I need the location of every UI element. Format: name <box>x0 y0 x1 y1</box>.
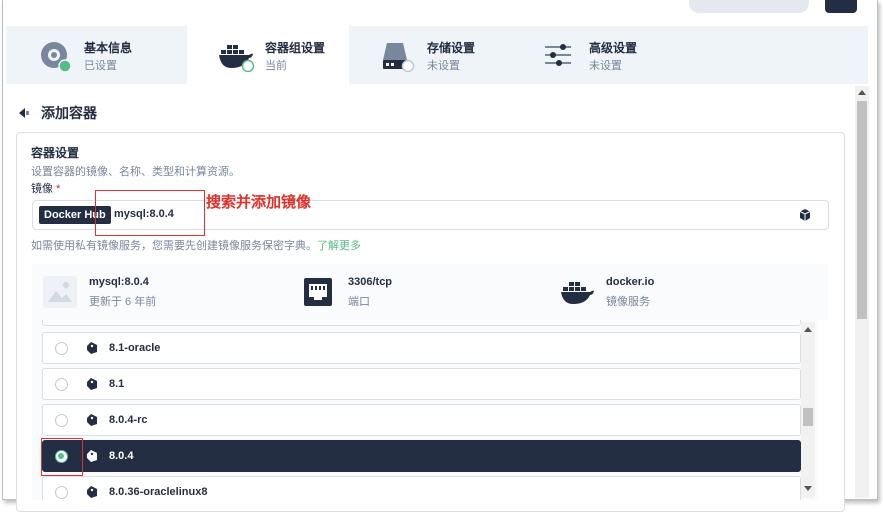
learn-more-link[interactable]: 了解更多 <box>317 240 361 252</box>
tag-row[interactable]: 8.1-oracle <box>42 332 801 364</box>
step-status: 未设置 <box>427 60 460 72</box>
scroll-up-arrow-icon[interactable] <box>858 90 866 95</box>
tag-row[interactable]: 8.0.4-rc <box>42 404 801 436</box>
annotation-text: 搜索并添加镜像 <box>206 193 312 211</box>
image-info-card: mysql:8.0.4 更新于 6 年前 3306/tcp 端口 docker.… <box>32 264 828 320</box>
port-value: 3306/tcp <box>348 276 393 288</box>
step-title: 基本信息 <box>84 41 133 55</box>
tag-radio[interactable] <box>55 414 68 427</box>
image-placeholder-icon <box>43 276 77 308</box>
port-label: 端口 <box>348 296 370 308</box>
scroll-thumb[interactable] <box>857 101 867 319</box>
tag-row[interactable]: 8.0.36-oraclelinux8 <box>42 476 801 500</box>
back-arrow-icon[interactable] <box>17 105 33 121</box>
back-header[interactable]: 添加容器 <box>17 103 97 123</box>
scroll-up-arrow-icon[interactable] <box>804 327 812 332</box>
gear-disk-icon <box>41 42 72 72</box>
scroll-down-arrow-icon[interactable] <box>804 486 812 491</box>
top-dark-button[interactable] <box>825 0 857 13</box>
port-icon <box>304 278 332 306</box>
step-title: 存储设置 <box>427 41 476 55</box>
sliders-icon <box>545 44 571 66</box>
storage-icon <box>383 43 415 72</box>
cube-icon[interactable] <box>799 208 811 222</box>
required-mark: * <box>56 183 61 195</box>
step-advanced[interactable]: 高级设置 未设置 <box>511 26 673 84</box>
tag-name: 8.0.4 <box>109 450 134 462</box>
tag-radio[interactable] <box>55 486 68 499</box>
page-scrollbar[interactable] <box>855 86 869 498</box>
tag-name: 8.1-oracle <box>109 342 161 354</box>
scroll-thumb[interactable] <box>803 408 813 426</box>
top-search-pill[interactable] <box>689 0 809 13</box>
docker-icon <box>561 282 594 304</box>
image-updated: 更新于 6 年前 <box>89 296 157 308</box>
tag-list-scrollbar[interactable] <box>801 322 815 498</box>
tag-row[interactable] <box>42 320 801 326</box>
annotation-box-radio <box>41 438 83 476</box>
tag-icon <box>87 486 97 498</box>
tag-name: 8.1 <box>109 378 125 390</box>
section-description: 设置容器的镜像、名称、类型和计算资源。 <box>31 166 240 178</box>
tag-row-selected[interactable]: 8.0.4 <box>42 440 801 472</box>
image-name: mysql:8.0.4 <box>89 276 149 288</box>
registry-label: 镜像服务 <box>606 296 650 308</box>
image-tag-list: 8.1-oracle 8.1 8.0.4-rc 8.0.4 8.0.36-ora… <box>32 320 818 500</box>
page-title: 添加容器 <box>41 105 97 121</box>
step-status: 未设置 <box>589 60 622 72</box>
docker-icon <box>219 45 255 72</box>
tag-icon <box>87 414 97 426</box>
step-title: 高级设置 <box>589 41 638 55</box>
tag-icon <box>87 378 97 390</box>
private-registry-hint: 如需使用私有镜像服务，您需要先创建镜像服务保密字典。了解更多 <box>31 240 361 252</box>
tag-radio[interactable] <box>55 378 68 391</box>
step-status: 已设置 <box>84 60 117 72</box>
tag-icon <box>87 342 97 354</box>
registry-value: docker.io <box>606 276 655 288</box>
annotation-box-image-input <box>95 190 205 236</box>
step-pod-settings[interactable]: 容器组设置 当前 <box>187 26 349 84</box>
tag-row[interactable]: 8.1 <box>42 368 801 400</box>
step-title: 容器组设置 <box>265 41 326 55</box>
image-field-label: 镜像 * <box>31 183 61 195</box>
tag-name: 8.0.4-rc <box>109 414 148 426</box>
tag-icon <box>87 450 97 462</box>
step-storage[interactable]: 存储设置 未设置 <box>349 26 511 84</box>
step-status: 当前 <box>265 60 287 72</box>
step-basic-info[interactable]: 基本信息 已设置 <box>6 26 168 84</box>
tag-radio[interactable] <box>55 342 68 355</box>
tag-name: 8.0.36-oraclelinux8 <box>109 486 208 498</box>
section-title: 容器设置 <box>31 146 80 160</box>
top-bar <box>3 0 877 24</box>
wizard-steps: 基本信息 已设置 容器组设置 当前 存储设置 未设置 高级设置 未设置 <box>6 26 868 84</box>
